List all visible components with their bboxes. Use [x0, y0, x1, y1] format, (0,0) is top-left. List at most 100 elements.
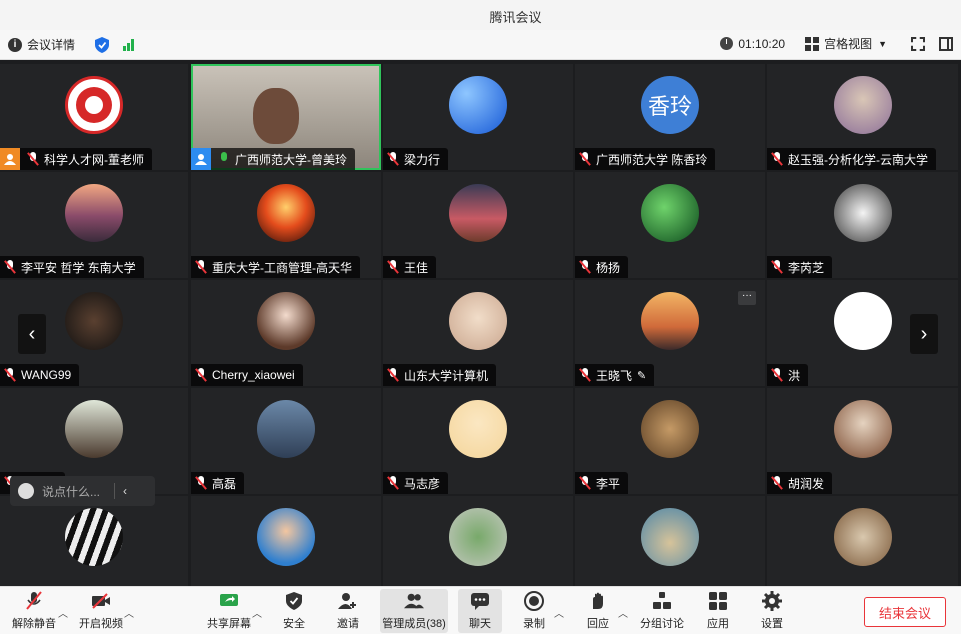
participant-name: 高磊 [212, 476, 237, 491]
mic-muted-icon [194, 476, 208, 490]
mic-muted-icon [386, 476, 400, 490]
participant-name: 梁力行 [404, 152, 441, 167]
breakout-button[interactable]: 分组讨论 [640, 589, 684, 633]
settings-button[interactable]: 设置 [758, 589, 786, 633]
rename-pencil-icon[interactable]: ✎ [637, 369, 646, 382]
security-button[interactable]: 安全 [278, 589, 310, 633]
participant-name: 王晓飞 [596, 368, 633, 383]
collapse-chat-icon[interactable]: ‹ [123, 484, 127, 498]
cohost-user-icon [191, 148, 211, 170]
participant-name-tag: 广西师范大学-曾美玲 [191, 148, 355, 170]
participant-avatar [257, 508, 315, 566]
previous-page-button[interactable]: ‹ [18, 314, 46, 354]
react-label: 回应 [587, 618, 609, 630]
participant-grid: 科学人才网-董老师广西师范大学-曾美玲 梁力行 香玲 广西师范大学 陈香玲赵玉强-分析… [0, 64, 958, 602]
record-button[interactable]: 录制 [520, 589, 548, 633]
participant-avatar [834, 400, 892, 458]
participant-name-tag: 李芮芝 [767, 256, 833, 278]
participant-tile[interactable]: 科学人才网-董老师 [0, 64, 188, 170]
participant-tile[interactable]: 香玲 广西师范大学 陈香玲 [575, 64, 765, 170]
record-options-caret[interactable]: ︿ [554, 605, 564, 620]
participant-tile[interactable]: 高磊 [191, 388, 381, 494]
network-signal-icon[interactable] [123, 38, 135, 51]
participant-avatar [834, 292, 892, 350]
participant-name: 洪 [788, 368, 801, 383]
window-title: 腾讯会议 [489, 10, 542, 25]
unmute-label: 解除静音 [12, 618, 56, 630]
unmute-button[interactable]: 解除静音 [12, 589, 56, 633]
participant-tile[interactable]: Cherry_xiaowei [191, 280, 381, 386]
grid-view-icon [805, 36, 820, 51]
participant-name: 胡润发 [788, 476, 825, 491]
participant-name: 李平 [596, 476, 621, 491]
participant-tile[interactable]: 李芮芝 [767, 172, 958, 278]
start-video-button[interactable]: 开启视频 [78, 589, 124, 633]
participant-tile[interactable]: 李平安 哲学 东南大学 [0, 172, 188, 278]
camera-off-icon [91, 591, 111, 611]
more-options-icon[interactable]: ··· [738, 291, 756, 305]
participant-name-tag: 王晓飞 ✎ [575, 364, 655, 386]
mic-muted-icon [194, 368, 208, 382]
react-options-caret[interactable]: ︿ [618, 605, 628, 620]
invite-button[interactable]: 邀请 [332, 589, 364, 633]
end-meeting-button[interactable]: 结束会议 [864, 597, 946, 627]
participant-tile[interactable]: 马志彦 [383, 388, 573, 494]
fullscreen-icon[interactable] [911, 36, 925, 51]
participant-name: 广西师范大学-曾美玲 [235, 152, 347, 167]
participant-name-tag: 杨扬 [575, 256, 629, 278]
mic-muted-icon [194, 260, 208, 274]
share-screen-button[interactable]: 共享屏幕 [206, 589, 252, 633]
audio-options-caret[interactable]: ︿ [58, 605, 68, 620]
sidebar-toggle-icon[interactable] [939, 36, 953, 51]
share-screen-icon [219, 591, 239, 611]
participant-name-tag: 高磊 [191, 472, 245, 494]
view-mode-dropdown[interactable]: 宫格视图 ▼ [785, 35, 887, 52]
start-video-label: 开启视频 [79, 618, 123, 630]
manage-members-button[interactable]: 管理成员(38) [380, 589, 448, 633]
participant-name: Cherry_xiaowei [212, 368, 295, 382]
participant-name: 马志彦 [404, 476, 441, 491]
record-icon [524, 591, 544, 611]
participant-name: 山东大学计算机 [404, 368, 489, 383]
video-options-caret[interactable]: ︿ [124, 605, 134, 620]
participant-avatar [449, 76, 507, 134]
participant-name: 赵玉强-分析化学-云南大学 [788, 152, 928, 167]
mic-muted-icon [386, 260, 400, 274]
chat-button[interactable]: 聊天 [458, 589, 502, 633]
security-shield-icon[interactable] [95, 36, 110, 53]
quick-chat-input[interactable]: 说点什么... ‹ [10, 476, 155, 506]
share-screen-label: 共享屏幕 [207, 618, 251, 630]
emoji-icon[interactable] [18, 483, 34, 499]
participant-tile[interactable]: 梁力行 [383, 64, 573, 170]
meeting-details-button[interactable]: i 会议详情 [8, 36, 75, 53]
mic-muted-icon [578, 476, 592, 490]
participant-avatar [641, 184, 699, 242]
invite-label: 邀请 [337, 618, 359, 630]
mic-muted-icon [770, 476, 784, 490]
participant-avatar [65, 76, 123, 134]
participant-tile[interactable]: 山东大学计算机 [383, 280, 573, 386]
participant-tile[interactable]: 杨扬 [575, 172, 765, 278]
title-bar: 腾讯会议 [0, 0, 961, 30]
participant-tile[interactable]: 李平 [575, 388, 765, 494]
manage-members-label: 管理成员(38) [382, 618, 446, 630]
participant-avatar [641, 292, 699, 350]
participant-tile[interactable]: 王晓飞 ✎ [575, 280, 765, 386]
participant-avatar [449, 184, 507, 242]
share-options-caret[interactable]: ︿ [252, 605, 262, 620]
participant-tile[interactable]: 广西师范大学-曾美玲 [191, 64, 381, 170]
settings-label: 设置 [761, 618, 783, 630]
participant-name-tag: 王佳 [383, 256, 437, 278]
participant-tile[interactable]: 胡润发 [767, 388, 958, 494]
mic-muted-icon [3, 260, 17, 274]
participant-name: 李芮芝 [788, 260, 825, 275]
record-label: 录制 [523, 618, 545, 630]
apps-button[interactable]: 应用 [704, 589, 732, 633]
react-button[interactable]: 回应 [584, 589, 612, 633]
chat-icon [470, 591, 490, 611]
participant-tile[interactable]: 重庆大学-工商管理-高天华 [191, 172, 381, 278]
participant-avatar [257, 400, 315, 458]
participant-tile[interactable]: 王佳 [383, 172, 573, 278]
participant-tile[interactable]: 赵玉强-分析化学-云南大学 [767, 64, 958, 170]
next-page-button[interactable]: › [910, 314, 938, 354]
